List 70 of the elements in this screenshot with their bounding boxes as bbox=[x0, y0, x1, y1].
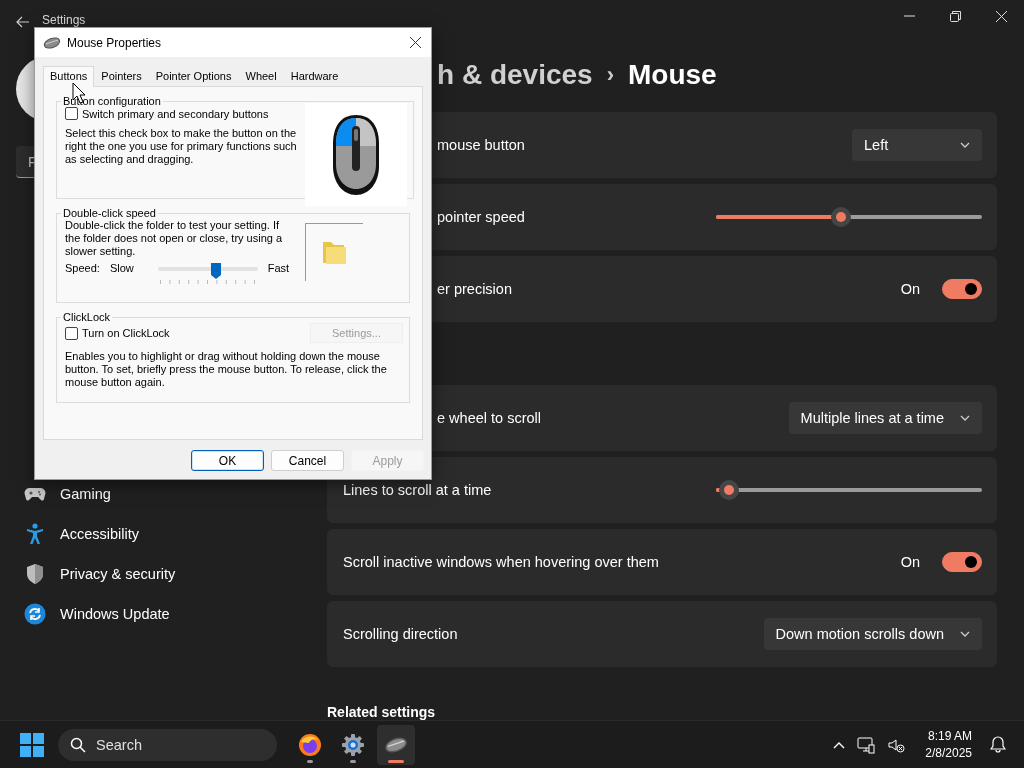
setting-label: er precision bbox=[437, 281, 512, 297]
slider-thumb[interactable] bbox=[831, 207, 851, 227]
description-text: Double-click the folder to test your setting. If the folder does not open or close, try using a slower setting. bbox=[65, 219, 284, 258]
gear-icon bbox=[341, 732, 365, 757]
start-icon[interactable] bbox=[20, 732, 44, 757]
setting-label: Scrolling direction bbox=[343, 626, 458, 642]
chevron-down-icon bbox=[960, 631, 970, 637]
tab[interactable]: Pointers bbox=[94, 66, 149, 86]
search-field[interactable]: Search bbox=[58, 728, 277, 761]
checkbox-label[interactable]: Turn on ClickLock bbox=[82, 327, 170, 339]
group-title: Double-click speed bbox=[62, 207, 157, 219]
dropdown[interactable]: Left bbox=[852, 129, 982, 161]
network-icon[interactable] bbox=[857, 735, 876, 754]
dialog-button[interactable]: OK bbox=[191, 450, 264, 471]
checkbox-label[interactable]: Switch primary and secondary buttons bbox=[82, 107, 269, 120]
mouse-icon bbox=[384, 736, 408, 753]
slider-max-label: Fast bbox=[267, 262, 290, 274]
window-title: Settings bbox=[42, 13, 86, 27]
breadcrumb-separator: › bbox=[606, 62, 614, 88]
dropdown[interactable]: Multiple lines at a time bbox=[788, 402, 982, 434]
dialog-button[interactable]: Cancel bbox=[271, 450, 344, 471]
breadcrumb-link[interactable]: h & devices bbox=[437, 59, 593, 91]
sidebar-item[interactable]: Windows Update bbox=[16, 594, 296, 634]
setting-label: mouse button bbox=[437, 137, 525, 153]
clock[interactable]: 8:19 AM 2/8/2025 bbox=[925, 729, 972, 760]
setting-label: e wheel to scroll bbox=[437, 410, 541, 426]
description-text: Select this check box to make the button on the right the one you use for primary functions such as selecting and dragging. bbox=[65, 127, 297, 166]
chevron-down-icon bbox=[960, 142, 970, 148]
setting-label: Lines to scroll at a time bbox=[343, 482, 492, 498]
setting-label: pointer speed bbox=[437, 209, 525, 225]
section-heading: Related settings bbox=[327, 704, 437, 720]
refresh-icon bbox=[24, 603, 46, 625]
gamepad-icon bbox=[24, 486, 46, 502]
tab[interactable]: Pointer Options bbox=[148, 66, 239, 86]
speed-label: Speed: bbox=[65, 262, 100, 274]
slider-min-label: Slow bbox=[109, 262, 134, 274]
group-title: ClickLock bbox=[62, 311, 112, 323]
mouse-icon bbox=[43, 36, 61, 49]
tab[interactable]: Hardware bbox=[283, 66, 346, 86]
chevron-up-icon[interactable] bbox=[833, 740, 846, 749]
close-icon[interactable] bbox=[410, 37, 421, 48]
toggle-state-label: On bbox=[900, 554, 920, 570]
dropdown[interactable]: Down motion scrolls down bbox=[763, 618, 982, 650]
toggle-state-label: On bbox=[900, 281, 920, 297]
slider-thumb[interactable] bbox=[209, 262, 222, 280]
bell-icon[interactable] bbox=[990, 736, 1006, 753]
restore-icon[interactable] bbox=[949, 10, 961, 22]
browser-icon bbox=[298, 732, 322, 757]
tab[interactable]: Buttons bbox=[43, 66, 95, 87]
search-icon bbox=[70, 736, 86, 753]
sidebar-item[interactable]: Accessibility bbox=[16, 514, 296, 554]
person-icon bbox=[24, 523, 46, 545]
chevron-down-icon bbox=[960, 415, 970, 421]
sidebar-item[interactable]: Privacy & security bbox=[16, 554, 296, 594]
toggle-switch[interactable] bbox=[942, 552, 982, 572]
slider-thumb[interactable] bbox=[719, 480, 740, 500]
minimize-icon[interactable] bbox=[903, 15, 915, 17]
page-title: Mouse bbox=[627, 59, 717, 91]
shield-icon bbox=[24, 563, 46, 585]
back-arrow-icon[interactable] bbox=[16, 16, 30, 28]
description-text: Enables you to highlight or drag without holding down the mouse button. To set, briefly press the mouse button. To release, click the mouse button again. bbox=[65, 350, 388, 389]
checkbox[interactable] bbox=[65, 326, 78, 340]
tab[interactable]: Wheel bbox=[238, 66, 284, 86]
setting-label: Scroll inactive windows when hovering over them bbox=[343, 554, 659, 570]
toggle-switch[interactable] bbox=[942, 279, 982, 299]
folder-preview-panel[interactable] bbox=[305, 223, 363, 281]
checkbox[interactable] bbox=[65, 107, 78, 120]
taskbar-app[interactable] bbox=[377, 724, 415, 765]
sidebar-item[interactable]: Gaming bbox=[16, 474, 296, 514]
dialog-title: Mouse Properties bbox=[67, 35, 162, 50]
